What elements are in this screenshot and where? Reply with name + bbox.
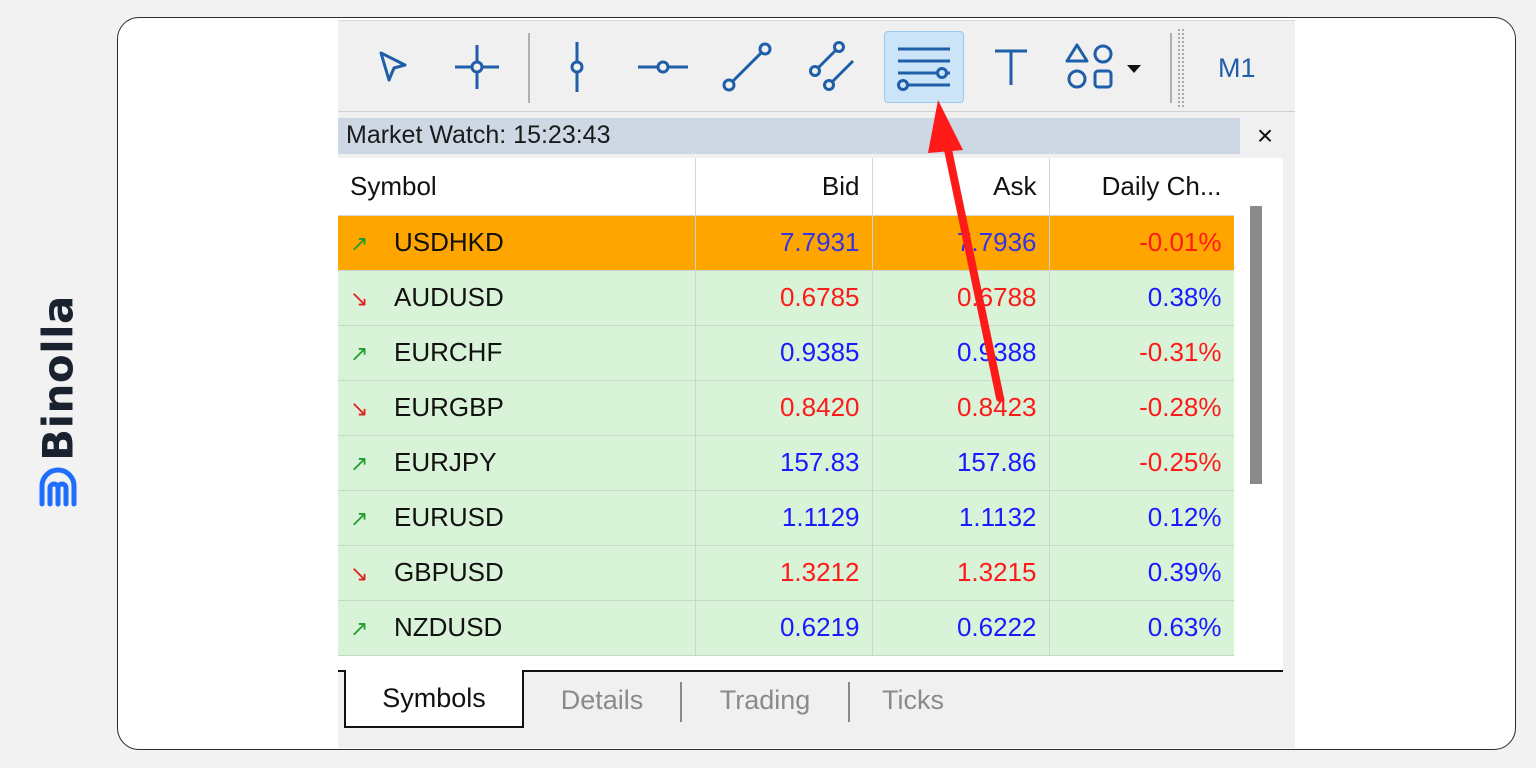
- daily-change-cell: -0.31%: [1049, 325, 1235, 381]
- arrow-down-right-icon: ↘: [350, 396, 369, 421]
- bid-cell: 1.1129: [695, 490, 873, 546]
- table-row[interactable]: ↘ EURGBP 0.8420 0.8423 -0.28%: [338, 380, 1235, 436]
- drawing-toolbar: M1: [338, 20, 1295, 112]
- ask-cell: 0.6788: [872, 270, 1050, 326]
- tab-trading[interactable]: Trading: [690, 672, 840, 728]
- vertical-line-icon[interactable]: [544, 31, 610, 103]
- table-row[interactable]: ↗ NZDUSD 0.6219 0.6222 0.63%: [338, 600, 1235, 656]
- vertical-scrollbar[interactable]: [1234, 158, 1283, 670]
- bid-cell: 0.8420: [695, 380, 873, 436]
- table-row[interactable]: ↗ EURCHF 0.9385 0.9388 -0.31%: [338, 325, 1235, 381]
- tab-details[interactable]: Details: [532, 672, 672, 728]
- close-icon[interactable]: ×: [1250, 120, 1280, 152]
- fibonacci-retracement-button[interactable]: [884, 31, 964, 103]
- horizontal-line-icon[interactable]: [630, 31, 696, 103]
- daily-change-cell: 0.38%: [1049, 270, 1235, 326]
- market-watch-title: Market Watch: 15:23:43: [346, 121, 611, 149]
- bid-cell: 0.6785: [695, 270, 873, 326]
- symbol-cell: ↗ NZDUSD: [338, 600, 696, 656]
- column-header-daily-change[interactable]: Daily Ch...: [1049, 158, 1235, 216]
- symbol-cell: ↗ EURJPY: [338, 435, 696, 491]
- symbol-cell: ↗ EURUSD: [338, 490, 696, 546]
- market-watch-grid: Symbol Bid Ask Daily Ch... ↗ USDHKD 7.7931…: [338, 158, 1283, 670]
- ask-cell: 0.9388: [872, 325, 1050, 381]
- symbols-table: Symbol Bid Ask Daily Ch... ↗ USDHKD 7.7931…: [338, 158, 1235, 656]
- ask-cell: 1.3215: [872, 545, 1050, 601]
- shapes-icon[interactable]: [1062, 31, 1154, 103]
- daily-change-cell: -0.01%: [1049, 215, 1235, 271]
- daily-change-cell: 0.39%: [1049, 545, 1235, 601]
- text-icon[interactable]: [978, 31, 1044, 103]
- daily-change-cell: 0.12%: [1049, 490, 1235, 546]
- crosshair-icon[interactable]: [444, 31, 510, 103]
- arrow-up-right-icon: ↗: [350, 506, 369, 531]
- tab-symbols[interactable]: Symbols: [344, 670, 524, 728]
- symbol-name: AUDUSD: [394, 282, 504, 312]
- ask-cell: 157.86: [872, 435, 1050, 491]
- ask-cell: 1.1132: [872, 490, 1050, 546]
- symbol-name: EURUSD: [394, 502, 504, 532]
- symbol-name: EURCHF: [394, 337, 503, 367]
- market-watch-panel: Market Watch: 15:23:43 × Symbol Bid Ask …: [338, 118, 1283, 740]
- fibonacci-retracement-icon: [897, 47, 950, 91]
- toolbar-separator: [528, 33, 530, 103]
- ask-cell: 0.6222: [872, 600, 1050, 656]
- daily-change-cell: -0.25%: [1049, 435, 1235, 491]
- ask-cell: 7.7936: [872, 215, 1050, 271]
- scrollbar-thumb[interactable]: [1250, 206, 1262, 484]
- toolbar-separator: [1170, 33, 1172, 103]
- bid-cell: 0.9385: [695, 325, 873, 381]
- symbol-cell: ↘ EURGBP: [338, 380, 696, 436]
- arrow-up-right-icon: ↗: [350, 616, 369, 641]
- tab-separator: [680, 682, 682, 722]
- table-row[interactable]: ↘ AUDUSD 0.6785 0.6788 0.38%: [338, 270, 1235, 326]
- symbol-name: EURGBP: [394, 392, 504, 422]
- toolbar-grip[interactable]: [1178, 29, 1184, 107]
- bid-cell: 157.83: [695, 435, 873, 491]
- column-header-symbol[interactable]: Symbol: [338, 158, 696, 216]
- arrow-up-right-icon: ↗: [350, 341, 369, 366]
- symbol-cell: ↘ GBPUSD: [338, 545, 696, 601]
- ask-cell: 0.8423: [872, 380, 1050, 436]
- symbol-name: EURJPY: [394, 447, 497, 477]
- arrow-down-right-icon: ↘: [350, 286, 369, 311]
- arrow-up-right-icon: ↗: [350, 231, 369, 256]
- column-header-ask[interactable]: Ask: [872, 158, 1050, 216]
- symbol-cell: ↘ AUDUSD: [338, 270, 696, 326]
- brand-name: Binolla: [33, 295, 83, 461]
- symbol-name: GBPUSD: [394, 557, 504, 587]
- brand: Binolla: [18, 250, 98, 520]
- arrow-down-right-icon: ↘: [350, 561, 369, 586]
- daily-change-cell: 0.63%: [1049, 600, 1235, 656]
- symbol-name: NZDUSD: [394, 612, 503, 642]
- binolla-logo-icon: [39, 467, 77, 507]
- tab-separator: [848, 682, 850, 722]
- terminal-window: M1 Market Watch: 15:23:43 × Symbol Bid A…: [338, 20, 1295, 748]
- table-row[interactable]: ↗ USDHKD 7.7931 7.7936 -0.01%: [338, 215, 1235, 271]
- cursor-icon[interactable]: [360, 31, 426, 103]
- table-row[interactable]: ↗ EURJPY 157.83 157.86 -0.25%: [338, 435, 1235, 491]
- timeframe-m1-button[interactable]: M1: [1218, 53, 1256, 84]
- symbol-name: USDHKD: [394, 227, 504, 257]
- arrow-up-right-icon: ↗: [350, 451, 369, 476]
- tab-ticks[interactable]: Ticks: [858, 672, 968, 728]
- bid-cell: 0.6219: [695, 600, 873, 656]
- bid-cell: 7.7931: [695, 215, 873, 271]
- table-row[interactable]: ↗ EURUSD 1.1129 1.1132 0.12%: [338, 490, 1235, 546]
- market-watch-tabs: Symbols Details Trading Ticks: [338, 670, 1283, 732]
- table-header-row: Symbol Bid Ask Daily Ch...: [338, 158, 1235, 216]
- trendline-icon[interactable]: [714, 31, 780, 103]
- daily-change-cell: -0.28%: [1049, 380, 1235, 436]
- column-header-bid[interactable]: Bid: [695, 158, 873, 216]
- market-watch-titlebar[interactable]: Market Watch: 15:23:43: [338, 118, 1240, 154]
- equidistant-channel-icon[interactable]: [800, 31, 866, 103]
- bid-cell: 1.3212: [695, 545, 873, 601]
- symbol-cell: ↗ USDHKD: [338, 215, 696, 271]
- symbol-cell: ↗ EURCHF: [338, 325, 696, 381]
- table-row[interactable]: ↘ GBPUSD 1.3212 1.3215 0.39%: [338, 545, 1235, 601]
